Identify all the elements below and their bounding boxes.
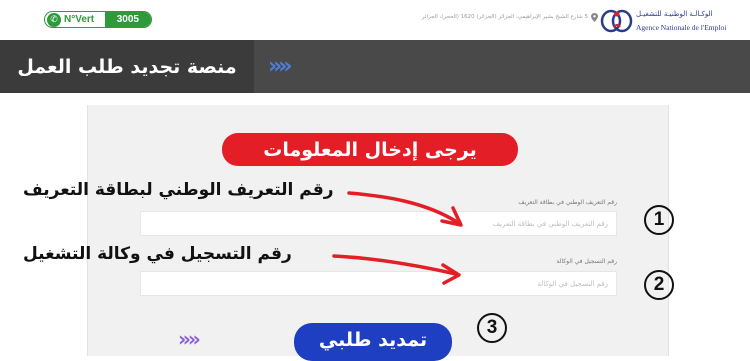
double-chevron-icon: »» xyxy=(178,327,201,351)
renew-request-button[interactable]: تمديد طلبي xyxy=(294,323,452,361)
logo-french-text: Agence Nationale de l'Emploi xyxy=(636,23,727,32)
nvert-label: N°Vert xyxy=(64,14,95,25)
green-number-badge[interactable]: ✆ N°Vert 3005 xyxy=(44,11,152,28)
red-arrow-icon xyxy=(332,254,461,285)
logo-arabic-text: الوكـالـة الوطنيـة للتشغيـل xyxy=(636,10,713,18)
nin-callout-text: رقم التعريف الوطني لبطاقة التعريف xyxy=(23,180,334,200)
anem-logo[interactable]: الوكـالـة الوطنيـة للتشغيـل Agence Natio… xyxy=(598,5,750,37)
agency-field-label: رقم التسجيل في الوكالة xyxy=(556,258,617,265)
address-text: 5 شارع الشيخ بشير الإبراهيمي، الجزائر (ا… xyxy=(421,14,588,20)
phone-icon: ✆ xyxy=(47,12,61,27)
nvert-number: 3005 xyxy=(104,12,151,27)
step-3-marker: 3 xyxy=(477,313,507,343)
step-1-marker: 1 xyxy=(644,205,674,235)
page-title: منصة تجديد طلب العمل xyxy=(17,55,237,78)
top-bar: ✆ N°Vert 3005 5 شارع الشيخ بشير الإبراهي… xyxy=(0,0,750,40)
nin-field-label: رقم التعريف الوطني في بطاقة التعريف xyxy=(518,199,617,206)
step-2-marker: 2 xyxy=(644,270,674,300)
red-arrow-icon xyxy=(347,191,463,227)
anem-emblem-icon xyxy=(600,9,633,33)
double-chevron-icon: »» xyxy=(268,54,293,79)
location-pin-icon xyxy=(591,13,598,22)
agency-callout-text: رقم التسجيل في وكالة التشغيل xyxy=(23,244,292,264)
form-heading: يرجى إدخال المعلومات xyxy=(222,133,518,166)
